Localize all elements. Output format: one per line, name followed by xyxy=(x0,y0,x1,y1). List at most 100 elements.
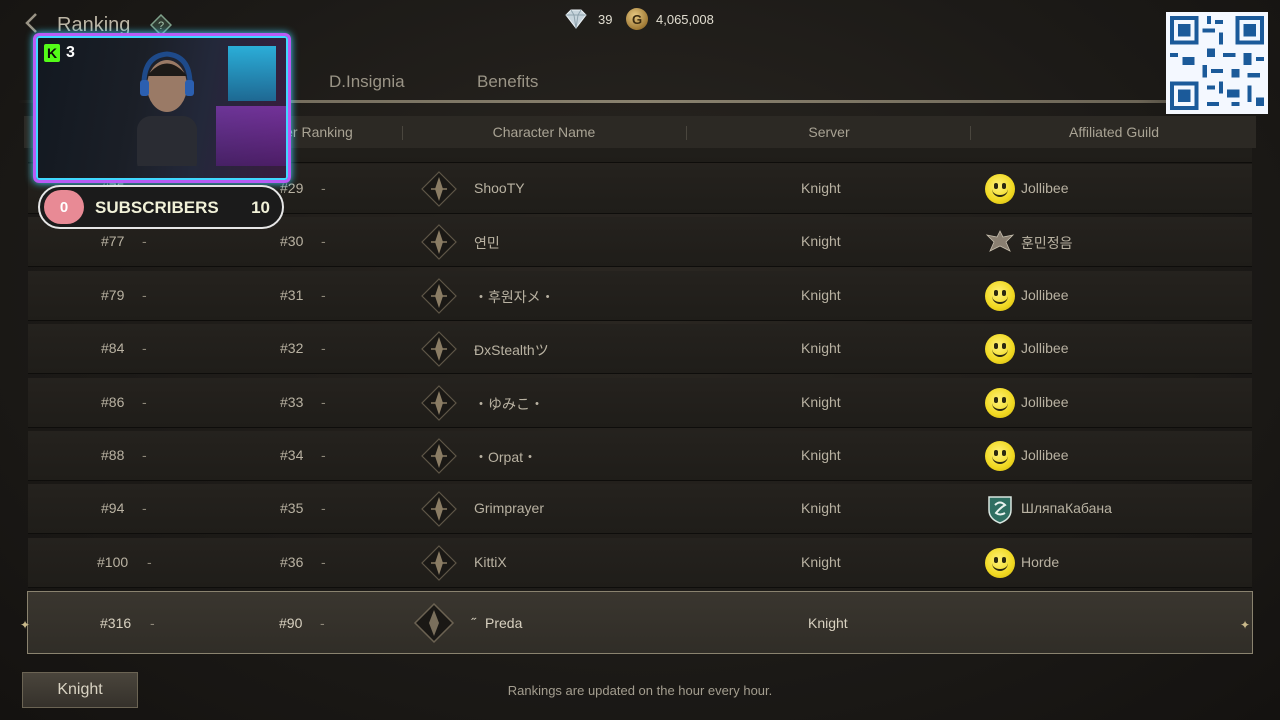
character-name: Grimprayer xyxy=(474,500,545,517)
server-name: Knight xyxy=(801,553,841,570)
class-emblem-icon xyxy=(421,277,457,314)
class-emblem-icon xyxy=(413,602,455,644)
subscriber-goal: 0 SUBSCRIBERS 10 xyxy=(38,185,284,229)
rank-change: - xyxy=(321,286,326,303)
server-name: Knight xyxy=(801,447,841,463)
name-prefix: ˝ xyxy=(471,615,476,631)
overall-rank: #100 xyxy=(97,553,129,570)
class-rank: #33 xyxy=(280,393,304,410)
character-name: ÐxStealthツ xyxy=(474,342,549,359)
rank-change: - xyxy=(321,447,326,463)
cam-background-monitor xyxy=(228,46,276,101)
cam-background-lights xyxy=(216,106,286,166)
rank-change: - xyxy=(147,553,152,570)
rank-change: - xyxy=(321,340,326,357)
svg-text:?: ? xyxy=(158,20,164,32)
overall-rank: #79 xyxy=(101,286,125,303)
col-divider xyxy=(970,126,971,140)
diamond-icon xyxy=(565,9,587,29)
class-emblem-icon xyxy=(421,224,457,261)
gem-currency: 39 xyxy=(562,8,612,30)
back-arrow-icon[interactable] xyxy=(24,12,38,34)
smiley-guild-emblem-icon xyxy=(985,441,1015,471)
my-ranking-row[interactable]: ✦ ✦ #316 - #90 - ˝ Preda Knight xyxy=(20,591,1253,654)
guild-name: 훈민정음 xyxy=(1021,235,1073,252)
rank-change: - xyxy=(142,233,147,250)
rank-change: - xyxy=(321,393,326,410)
server-name: Knight xyxy=(801,340,841,357)
tab-d-insignia[interactable]: D.Insignia xyxy=(329,72,405,92)
viewer-count: 3 xyxy=(66,44,75,61)
shield-guild-emblem-icon xyxy=(988,496,1012,525)
rank-change: - xyxy=(321,180,326,196)
class-emblem-icon xyxy=(421,171,457,207)
overall-rank: #86 xyxy=(101,393,125,410)
server-name: Knight xyxy=(801,286,841,303)
table-row[interactable]: #84- #32- ÐxStealthツ Knight Jollibee xyxy=(28,324,1252,375)
character-name: ・후원자メ・ xyxy=(474,288,555,305)
left-ornament-icon: ✦ xyxy=(20,618,31,632)
guild-name: Jollibee xyxy=(1021,447,1069,463)
overall-rank: #88 xyxy=(101,447,125,463)
col-character-name: Character Name xyxy=(492,124,596,140)
class-rank: #35 xyxy=(280,500,304,517)
table-row[interactable]: #86- #33- ・ゆみこ・ Knight Jollibee xyxy=(28,377,1252,428)
rank-change: - xyxy=(321,500,326,517)
rank-change: - xyxy=(142,286,147,303)
update-note: Rankings are updated on the hour every h… xyxy=(507,683,773,698)
tab-benefits[interactable]: Benefits xyxy=(477,72,538,92)
smiley-guild-emblem-icon xyxy=(985,334,1015,365)
streamer-avatar xyxy=(137,51,197,166)
server-name: Knight xyxy=(801,180,841,196)
overall-rank: #77 xyxy=(101,233,125,250)
smiley-guild-emblem-icon xyxy=(985,547,1015,578)
overall-rank: #84 xyxy=(101,340,125,357)
character-name: ・Orpat・ xyxy=(474,449,538,465)
smiley-guild-emblem-icon xyxy=(985,387,1015,418)
server-name: Knight xyxy=(808,615,848,631)
rank-change: - xyxy=(320,615,325,631)
class-emblem-icon xyxy=(421,491,457,528)
class-rank: #34 xyxy=(280,447,304,463)
gold-coin-icon: G xyxy=(626,8,648,30)
rank-change: - xyxy=(150,615,155,631)
class-rank: #90 xyxy=(279,615,303,631)
character-name: Preda xyxy=(485,615,523,631)
kick-viewers: K 3 xyxy=(44,44,75,62)
table-row[interactable]: #88 - #34 - ・Orpat・ Knight Jollibee xyxy=(28,431,1252,481)
overall-rank: #94 xyxy=(101,500,125,517)
class-rank: #36 xyxy=(280,553,304,570)
table-row[interactable]: #79- #31- ・후원자メ・ Knight Jollibee xyxy=(28,270,1252,321)
gold-currency: G 4,065,008 xyxy=(626,8,714,30)
col-divider xyxy=(686,126,687,140)
server-name: Knight xyxy=(801,500,841,517)
rank-change: - xyxy=(142,500,147,517)
overall-rank: #316 xyxy=(100,615,132,631)
class-emblem-icon xyxy=(421,438,457,474)
server-name: Knight xyxy=(801,233,841,250)
server-name: Knight xyxy=(801,393,841,410)
class-rank: #31 xyxy=(280,286,304,303)
guild-name: Jollibee xyxy=(1021,340,1069,357)
sub-current-count: 0 xyxy=(44,190,84,224)
gem-count: 39 xyxy=(598,11,613,27)
smiley-guild-emblem-icon xyxy=(985,174,1015,204)
rank-change: - xyxy=(142,447,147,463)
class-emblem-icon xyxy=(421,331,457,368)
character-name: 연민 xyxy=(474,235,500,252)
rank-change: - xyxy=(142,393,147,410)
character-name: ShooTY xyxy=(474,180,525,196)
col-divider xyxy=(402,126,403,140)
gold-count: 4,065,008 xyxy=(656,11,714,27)
table-row[interactable]: #94- #35- Grimprayer Knight ШляпаКабана xyxy=(28,484,1252,535)
guild-name: Jollibee xyxy=(1021,286,1069,303)
smiley-guild-emblem-icon xyxy=(985,280,1015,311)
class-emblem-icon xyxy=(421,544,457,581)
class-emblem-icon xyxy=(421,384,457,421)
guild-name: Jollibee xyxy=(1021,180,1069,196)
col-affiliated-guild: Affiliated Guild xyxy=(1068,124,1159,140)
table-row[interactable]: #100- #36- KittiX Knight Horde xyxy=(28,537,1252,588)
class-rank: #30 xyxy=(280,233,304,250)
guild-name: Horde xyxy=(1021,553,1060,570)
col-server: Server xyxy=(808,124,850,140)
